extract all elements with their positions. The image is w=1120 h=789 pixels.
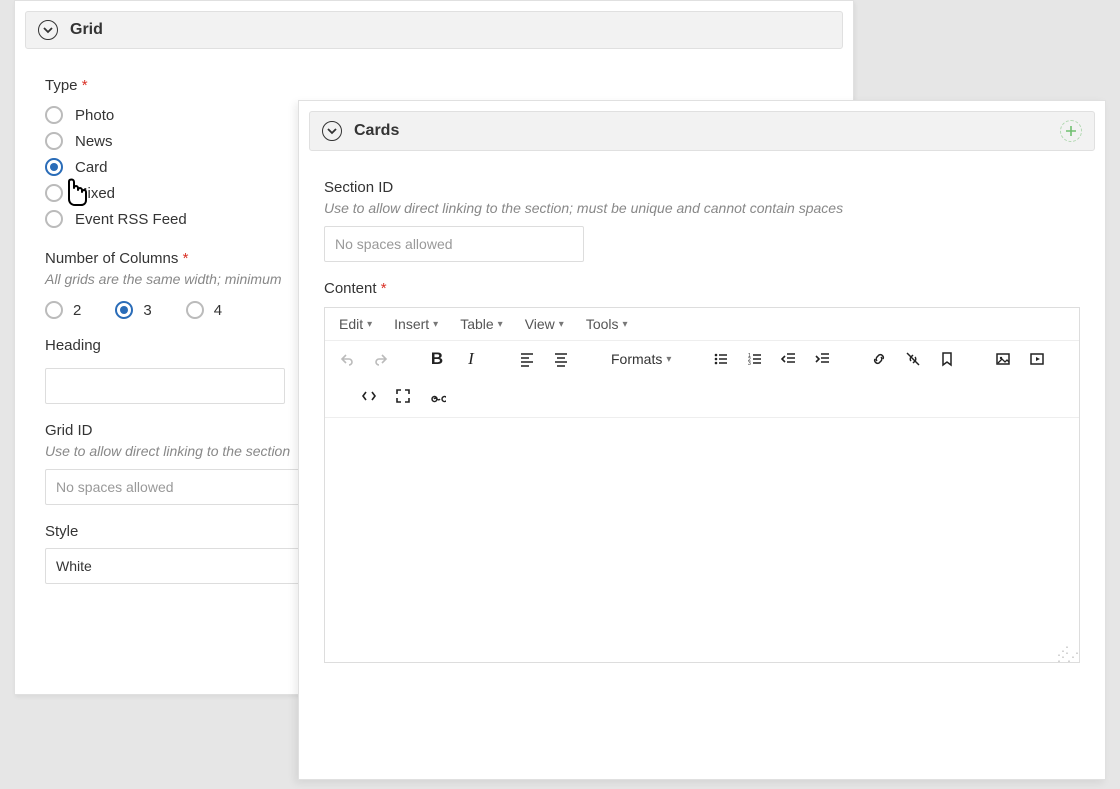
grid-panel-header[interactable]: Grid [25, 11, 843, 49]
radio-icon [45, 210, 63, 228]
media-icon[interactable] [1027, 349, 1047, 369]
bold-icon[interactable]: B [427, 349, 447, 369]
cols-option-2[interactable]: 2 [45, 301, 81, 319]
caret-down-icon: ▾ [623, 319, 628, 330]
caret-down-icon: ▾ [367, 319, 372, 330]
menu-view[interactable]: View▾ [525, 316, 564, 332]
type-label: Type * [45, 77, 823, 94]
collapse-icon[interactable] [322, 121, 342, 141]
sectionid-label: Section ID [324, 179, 1080, 196]
align-center-icon[interactable] [551, 349, 571, 369]
content-label: Content * [324, 280, 1080, 297]
heading-input[interactable] [45, 368, 285, 404]
cards-panel: Cards Section ID Use to allow direct lin… [298, 100, 1106, 780]
cols-option-3[interactable]: 3 [115, 301, 151, 319]
gridid-input[interactable] [45, 469, 305, 505]
caret-down-icon: ▾ [498, 319, 503, 330]
cards-panel-title: Cards [354, 122, 399, 140]
outdent-icon[interactable] [779, 349, 799, 369]
style-select-value: White [56, 558, 92, 574]
grid-panel-title: Grid [70, 21, 103, 39]
menu-insert[interactable]: Insert▾ [394, 316, 438, 332]
add-card-button[interactable] [1060, 120, 1082, 142]
image-icon[interactable] [993, 349, 1013, 369]
editor-menubar: Edit▾ Insert▾ Table▾ View▾ Tools▾ [325, 308, 1079, 341]
redo-icon[interactable] [371, 349, 391, 369]
radio-icon [45, 301, 63, 319]
formats-dropdown[interactable]: Formats▾ [607, 351, 675, 367]
radio-selected-icon [45, 158, 63, 176]
editor-textarea[interactable] [325, 418, 1079, 662]
align-left-icon[interactable] [517, 349, 537, 369]
radio-icon [186, 301, 204, 319]
radio-icon [45, 132, 63, 150]
caret-down-icon: ▾ [559, 319, 564, 330]
menu-tools[interactable]: Tools▾ [586, 316, 628, 332]
svg-text:3: 3 [748, 361, 751, 367]
collapse-icon[interactable] [38, 20, 58, 40]
bookmark-icon[interactable] [937, 349, 957, 369]
menu-table[interactable]: Table▾ [460, 316, 503, 332]
unlink-icon[interactable] [903, 349, 923, 369]
caret-down-icon: ▾ [666, 354, 671, 365]
undo-icon[interactable] [337, 349, 357, 369]
menu-edit[interactable]: Edit▾ [339, 316, 372, 332]
radio-icon [45, 106, 63, 124]
bullet-list-icon[interactable] [711, 349, 731, 369]
resize-grip-icon[interactable]: ⋰⋰⋰ [1057, 648, 1077, 660]
editor-toolbar: B I Formats▾ 123 [325, 341, 1079, 418]
italic-icon[interactable]: I [461, 349, 481, 369]
sectionid-input[interactable] [324, 226, 584, 262]
radio-selected-icon [115, 301, 133, 319]
infinity-icon[interactable] [427, 389, 447, 409]
numbered-list-icon[interactable]: 123 [745, 349, 765, 369]
cards-panel-header[interactable]: Cards [309, 111, 1095, 151]
rich-text-editor: Edit▾ Insert▾ Table▾ View▾ Tools▾ B I [324, 307, 1080, 663]
radio-icon [45, 184, 63, 202]
sectionid-hint: Use to allow direct linking to the secti… [324, 200, 1080, 216]
fullscreen-icon[interactable] [393, 386, 413, 406]
indent-icon[interactable] [813, 349, 833, 369]
cols-option-4[interactable]: 4 [186, 301, 222, 319]
caret-down-icon: ▾ [433, 319, 438, 330]
link-icon[interactable] [869, 349, 889, 369]
code-icon[interactable] [359, 386, 379, 406]
